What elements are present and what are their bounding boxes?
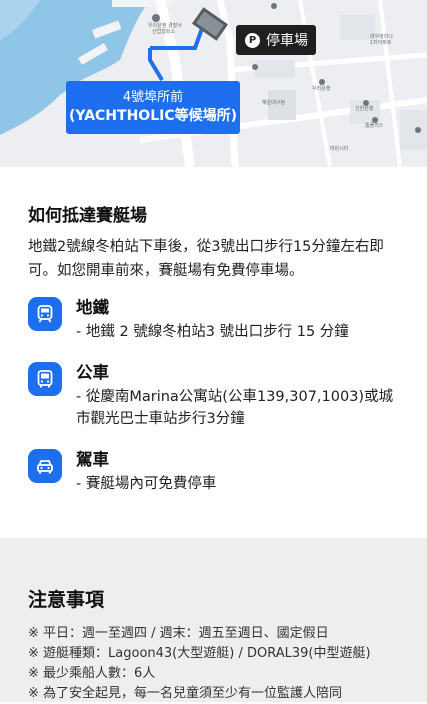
notice-item: ※ 最少乘船人數：6人 — [28, 666, 156, 681]
parking-icon: P — [245, 32, 260, 48]
directions-section: 如何抵達賽艇場 地鐵2號線冬柏站下車後，從3號出口步行15分鐘左右即可。如您開車… — [0, 167, 427, 538]
svg-text:우리은행: 우리은행 — [312, 85, 331, 92]
notice-item: ※ 為了安全起見，每一名兒童須至少有一位監護人陪同 — [28, 686, 343, 701]
bus-title: 公車 — [76, 363, 109, 382]
svg-text:마린시티: 마린시티 — [330, 145, 348, 152]
directions-title: 如何抵達賽艇場 — [28, 206, 147, 226]
notice-section: 注意事項 ※ 平日：週一至週四 / 週末：週五至週日、國定假日 ※ 遊艇種類：L… — [0, 538, 427, 702]
direction-item-bus: 公車 - 從慶南Marina公寓站(公車139,307,1003)或城市觀光巴士… — [28, 362, 408, 432]
notice-list: ※ 平日：週一至週四 / 週末：週五至週日、國定假日 ※ 遊艇種類：Lagoon… — [28, 624, 423, 704]
svg-text:우리은행 경찰서: 우리은행 경찰서 — [148, 22, 182, 29]
parking-label: 停車場 — [266, 33, 308, 49]
svg-text:해운대구청: 해운대구청 — [262, 99, 285, 106]
directions-description: 地鐵2號線冬柏站下車後，從3號出口步行15分鐘左右即可。如您開車前來，賽艇場有免… — [28, 239, 384, 279]
meeting-point-line2: (YACHTHOLIC等候場所) — [69, 108, 237, 124]
direction-item-subway: 地鐵 - 地鐵 2 號線冬柏站3 號出口步行 15 分鐘 — [28, 297, 408, 347]
car-text: - 賽艇場內可免費停車 — [76, 476, 217, 492]
bus-text: - 從慶南Marina公寓站(公車139,307,1003)或城市觀光巴士車站步… — [76, 389, 394, 427]
notice-item: ※ 平日：週一至週四 / 週末：週五至週日、國定假日 — [28, 626, 329, 641]
notice-title: 注意事項 — [28, 589, 105, 611]
bus-icon — [28, 362, 62, 396]
subway-title: 地鐵 — [76, 298, 109, 317]
meeting-point-label[interactable]: 4號埠所前 (YACHTHOLIC等候場所) — [66, 81, 240, 134]
svg-text:홈플러스: 홈플러스 — [365, 122, 384, 129]
svg-text:1차아파트: 1차아파트 — [370, 39, 392, 46]
car-icon — [28, 449, 62, 483]
svg-text:산업협회소: 산업협회소 — [152, 28, 175, 35]
notice-item: ※ 遊艇種類：Lagoon43(大型遊艇) / DORAL39(中型遊艇) — [28, 646, 371, 661]
svg-text:대우마리나: 대우마리나 — [370, 33, 393, 40]
subway-icon — [28, 297, 62, 331]
svg-text:신한은행: 신한은행 — [355, 105, 374, 112]
subway-text: - 地鐵 2 號線冬柏站3 號出口步行 15 分鐘 — [76, 324, 349, 340]
car-title: 駕車 — [76, 450, 109, 469]
location-map[interactable]: 우리은행 경찰서 산업협회소 대우마리나 1차아파트 우리은행 해운대구청 신한… — [0, 0, 427, 167]
direction-item-car: 駕車 - 賽艇場內可免費停車 — [28, 449, 408, 499]
parking-tag[interactable]: P 停車場 — [236, 25, 316, 55]
meeting-point-line1: 4號埠所前 — [122, 90, 184, 105]
